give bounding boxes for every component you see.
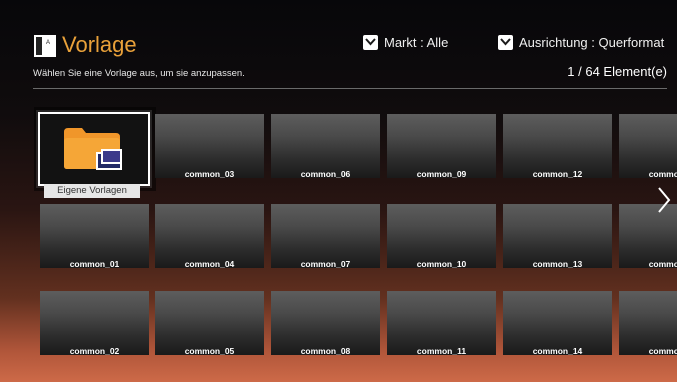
template-label: common_15 (648, 169, 677, 179)
template-tile[interactable]: common_13 (503, 204, 612, 269)
template-label: common_10 (416, 259, 467, 269)
template-tile[interactable]: common_03 (155, 114, 264, 179)
template-label: common_17 (648, 346, 677, 356)
template-label: common_06 (300, 169, 351, 179)
template-label: common_03 (184, 169, 235, 179)
own-templates-label: Eigene Vorlagen (44, 184, 140, 198)
template-tile[interactable]: common_17 (619, 291, 677, 356)
own-templates-tile[interactable] (38, 112, 150, 186)
chevron-right-icon[interactable] (657, 186, 671, 214)
template-tile[interactable]: common_10 (387, 204, 496, 269)
template-grid: Eigene Vorlagen common_01 common_02 comm… (0, 0, 677, 382)
template-tile[interactable]: common_14 (503, 291, 612, 356)
template-tile[interactable]: common_02 (40, 291, 149, 356)
template-label: common_07 (300, 259, 351, 269)
template-label: common_16 (648, 259, 677, 269)
template-label: common_12 (532, 169, 583, 179)
template-tile[interactable]: common_07 (271, 204, 380, 269)
template-tile[interactable]: common_05 (155, 291, 264, 356)
template-label: common_11 (416, 346, 467, 356)
template-label: common_09 (416, 169, 467, 179)
template-tile[interactable]: common_08 (271, 291, 380, 356)
folder-icon (64, 128, 122, 170)
template-tile[interactable]: common_12 (503, 114, 612, 179)
template-tile[interactable]: common_06 (271, 114, 380, 179)
template-tile[interactable]: common_01 (40, 204, 149, 269)
template-tile[interactable]: common_15 (619, 114, 677, 179)
template-label: common_13 (532, 259, 583, 269)
template-label: common_01 (69, 259, 120, 269)
template-tile[interactable]: common_09 (387, 114, 496, 179)
template-label: common_05 (184, 346, 235, 356)
template-tile[interactable]: common_04 (155, 204, 264, 269)
template-label: common_08 (300, 346, 351, 356)
template-tile[interactable]: common_11 (387, 291, 496, 356)
template-label: common_04 (184, 259, 235, 269)
template-label: common_14 (532, 346, 583, 356)
template-label: common_02 (69, 346, 120, 356)
